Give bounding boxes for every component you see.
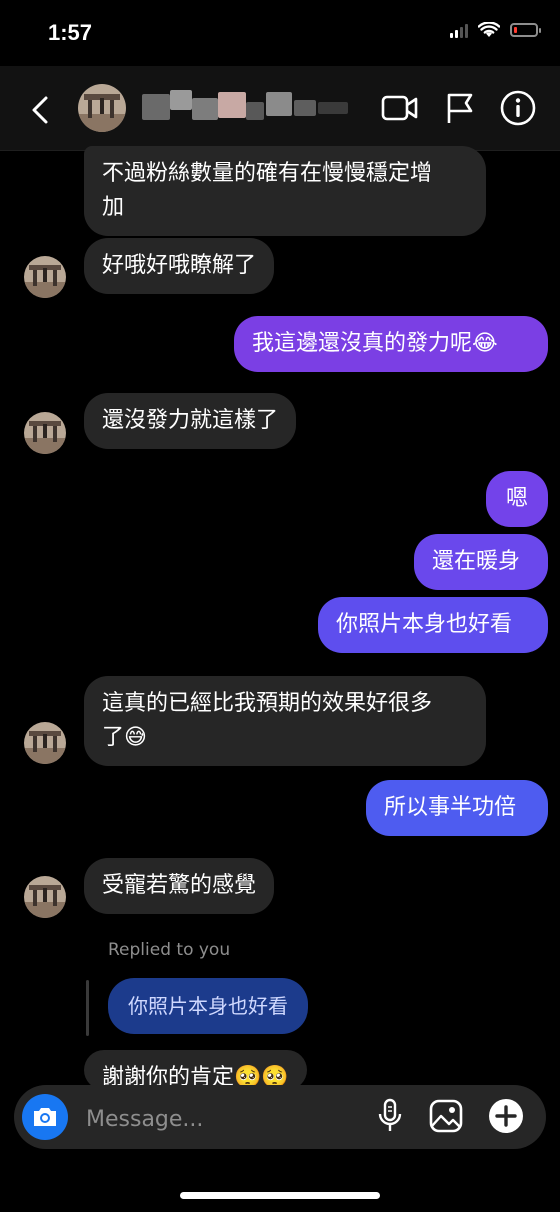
contact-name-blurred[interactable]: [142, 86, 352, 130]
signal-icon: [450, 22, 468, 38]
message-incoming[interactable]: 受寵若驚的感覺: [84, 858, 275, 914]
microphone-icon[interactable]: [370, 1096, 410, 1136]
avatar[interactable]: [24, 256, 66, 298]
message-incoming[interactable]: 這真的已經比我預期的效果好很多 了😅: [84, 676, 486, 766]
camera-icon[interactable]: [22, 1094, 68, 1140]
message-incoming[interactable]: 還沒發力就這樣了: [84, 393, 297, 449]
chevron-left-icon[interactable]: [24, 92, 64, 128]
battery-low-icon: [510, 23, 541, 37]
plus-circle-icon[interactable]: [486, 1096, 526, 1136]
avatar[interactable]: [24, 412, 66, 454]
avatar[interactable]: [24, 876, 66, 918]
quoted-message[interactable]: 你照片本身也好看: [108, 978, 308, 1034]
reply-label: Replied to you: [108, 940, 231, 960]
status-time: 1:57: [48, 20, 93, 45]
message-outgoing[interactable]: 我這邊還沒真的發力呢😂: [234, 316, 548, 372]
message-outgoing[interactable]: 所以事半功倍: [366, 780, 548, 836]
message-outgoing[interactable]: 你照片本身也好看: [318, 597, 548, 653]
info-icon[interactable]: [498, 88, 538, 128]
avatar[interactable]: [24, 722, 66, 764]
message-incoming[interactable]: 不過粉絲數量的確有在慢慢穩定增 加: [84, 146, 486, 236]
message-incoming[interactable]: 好哦好哦瞭解了: [84, 238, 275, 294]
message-input[interactable]: [84, 1100, 348, 1138]
reply-divider: [86, 980, 89, 1036]
video-call-icon[interactable]: [380, 88, 420, 128]
flag-icon[interactable]: [440, 88, 480, 128]
status-icons: [450, 22, 541, 38]
wifi-icon: [478, 22, 500, 37]
image-gallery-icon[interactable]: [426, 1096, 466, 1136]
message-outgoing[interactable]: 嗯: [486, 471, 548, 527]
message-incoming[interactable]: 謝謝你的肯定🥺🥺: [84, 1050, 307, 1090]
avatar[interactable]: [78, 84, 126, 132]
home-indicator: [180, 1192, 380, 1199]
message-outgoing[interactable]: 還在暖身: [414, 534, 548, 590]
